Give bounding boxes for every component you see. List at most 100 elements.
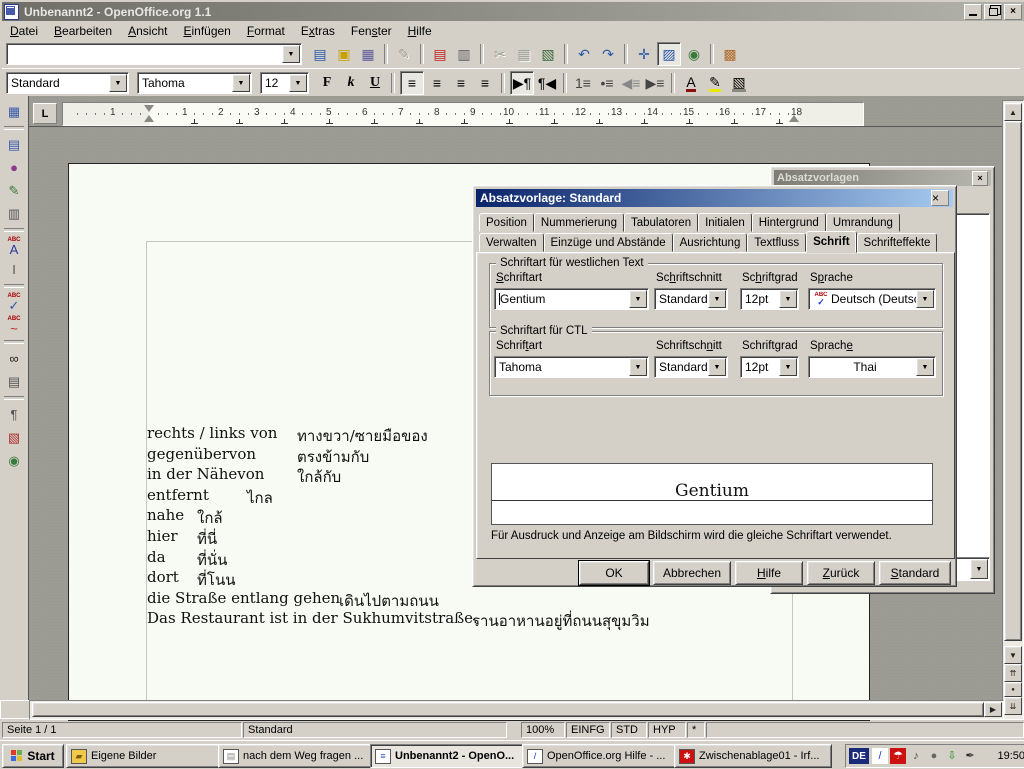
numbered-list-button[interactable]: 1≡: [572, 72, 594, 94]
dropdown-button[interactable]: ▼: [629, 290, 647, 308]
italic-button[interactable]: k: [340, 72, 362, 94]
tab-position[interactable]: Position: [479, 213, 534, 232]
undo-button[interactable]: ↶: [573, 43, 595, 65]
right-indent-marker[interactable]: [789, 115, 799, 122]
open-document-button[interactable]: ▣: [333, 43, 355, 65]
vertical-scrollbar[interactable]: ▲ ▼ ⇈ ● ⇊: [1002, 100, 1024, 720]
export-pdf-button[interactable]: ▤: [429, 43, 451, 65]
dropdown-button[interactable]: ▼: [779, 358, 797, 376]
task-ooo-help[interactable]: /OpenOffice.org Hilfe - ...: [522, 744, 680, 768]
status-page-style[interactable]: Standard: [243, 722, 507, 738]
dropdown-button[interactable]: ▼: [916, 358, 934, 376]
underline-button[interactable]: U: [364, 72, 386, 94]
ink-monitor-icon[interactable]: ✒: [962, 748, 978, 764]
document-line[interactable]: dortที่โนน: [147, 568, 179, 589]
right-to-left-button[interactable]: ¶◀: [536, 72, 558, 94]
autotext-button[interactable]: ABCA: [3, 236, 25, 257]
align-right-button[interactable]: ≡: [450, 72, 472, 94]
style-dropdown-button[interactable]: ▼: [109, 74, 127, 92]
ctl-language-combobox[interactable]: Thai ▼: [808, 356, 936, 378]
hilfe-button[interactable]: Hilfe: [735, 561, 803, 585]
font-name-combobox[interactable]: Tahoma ▼: [137, 72, 252, 94]
document-line[interactable]: Das Restaurant ist in der Sukhumvitstraß…: [147, 609, 478, 630]
document-line[interactable]: hierที่นี่: [147, 527, 178, 548]
keyboard-layout-indicator[interactable]: DE: [849, 748, 869, 764]
online-layout-button[interactable]: ◉: [3, 450, 25, 471]
dropdown-button[interactable]: ▼: [708, 358, 726, 376]
start-button[interactable]: Start: [2, 744, 64, 768]
status-hyperlink-mode[interactable]: HYP: [648, 722, 686, 738]
task-irfanview[interactable]: ✱Zwischenablage01 - Irf...: [674, 744, 832, 768]
find-replace-button[interactable]: ∞: [3, 348, 25, 369]
dropdown-button[interactable]: ▼: [708, 290, 726, 308]
increase-indent-button[interactable]: ▶≡: [644, 72, 666, 94]
stylist-close-button[interactable]: ×: [972, 171, 988, 186]
navigator-button[interactable]: ✛: [633, 43, 655, 65]
graphics-toggle-button[interactable]: ▧: [3, 427, 25, 448]
tab-einzüge-und-abstände[interactable]: Einzüge und Abstände: [544, 233, 673, 252]
menu-einfügen[interactable]: Einfügen: [175, 22, 238, 40]
tab-ausrichtung[interactable]: Ausrichtung: [673, 233, 748, 252]
minimize-button[interactable]: [964, 4, 982, 20]
status-selection-mode[interactable]: STD: [611, 722, 647, 738]
font-color-button[interactable]: A: [680, 72, 702, 94]
paragraph-background-button[interactable]: ▧: [728, 72, 750, 94]
insert-form-button[interactable]: ▥: [3, 203, 25, 224]
left-to-right-button[interactable]: ▶¶: [510, 71, 534, 95]
volume-icon[interactable]: ♪: [908, 748, 924, 764]
document-line[interactable]: gegenübervonตรงข้ามกับ: [147, 445, 256, 466]
task-writer[interactable]: ≡Unbenannt2 - OpenO...: [370, 744, 528, 768]
status-insert-mode[interactable]: EINFG: [566, 722, 610, 738]
decrease-indent-button[interactable]: ◀≡: [620, 72, 642, 94]
align-left-button[interactable]: ≡: [400, 71, 424, 95]
status-zoom[interactable]: 100%: [521, 722, 565, 738]
scroll-up-button[interactable]: ▲: [1004, 103, 1022, 121]
url-dropdown-button[interactable]: ▼: [282, 45, 300, 63]
tab-schrifteffekte[interactable]: Schrifteffekte: [857, 233, 938, 252]
document-globe-button[interactable]: ◉: [683, 43, 705, 65]
insert-fields-button[interactable]: ▤: [3, 134, 25, 155]
redo-button[interactable]: ↷: [597, 43, 619, 65]
spellcheck-button[interactable]: ABC✓: [3, 292, 25, 313]
menu-format[interactable]: Format: [239, 22, 293, 40]
indent-marker-top[interactable]: [144, 105, 154, 112]
tab-umrandung[interactable]: Umrandung: [826, 213, 900, 232]
ok-button[interactable]: OK: [579, 561, 649, 585]
restore-button[interactable]: [984, 4, 1002, 20]
task-doc[interactable]: ▤nach dem Weg fragen ...: [218, 744, 376, 768]
abbrechen-button[interactable]: Abbrechen: [653, 561, 731, 585]
url-input[interactable]: [11, 47, 283, 61]
data-sources-button[interactable]: ▤: [3, 371, 25, 392]
previous-page-button[interactable]: ⇈: [1004, 664, 1022, 682]
document-line[interactable]: rechts / links vonทางขวา/ซายมือของ: [147, 424, 277, 445]
tab-verwalten[interactable]: Verwalten: [479, 233, 544, 252]
indent-marker-bottom[interactable]: [144, 115, 154, 122]
dialog-titlebar[interactable]: Absatzvorlage: Standard ×: [476, 189, 953, 207]
menu-ansicht[interactable]: Ansicht: [120, 22, 175, 40]
task-folder[interactable]: ▰Eigene Bilder: [66, 744, 224, 768]
horizontal-scrollbar[interactable]: ▶: [29, 700, 1004, 720]
insert-object-button[interactable]: ●: [3, 157, 25, 178]
new-document-button[interactable]: ▤: [309, 43, 331, 65]
tab-schrift[interactable]: Schrift: [806, 231, 856, 253]
western-font-combobox[interactable]: Gentium ▼: [494, 288, 649, 310]
zurück-button[interactable]: Zurück: [807, 561, 875, 585]
direct-cursor-button[interactable]: I: [3, 259, 25, 280]
next-page-button[interactable]: ⇊: [1004, 697, 1022, 715]
tab-hintergrund[interactable]: Hintergrund: [752, 213, 826, 232]
mouse-icon[interactable]: ●: [926, 748, 942, 764]
url-combobox[interactable]: ▼: [6, 43, 302, 65]
dialog-close-button[interactable]: ×: [931, 190, 949, 206]
tab-type-selector[interactable]: L: [33, 103, 57, 124]
document-line[interactable]: die Straße entlang gehenเดินไปตามถนน: [147, 589, 340, 610]
stylist-group-dropdown[interactable]: ▼: [970, 559, 988, 579]
close-button[interactable]: ×: [1004, 4, 1022, 20]
paste-button[interactable]: ▧: [537, 43, 559, 65]
standard-button[interactable]: Standard: [879, 561, 951, 585]
horizontal-ruler[interactable]: 1123456789101112131415161718: [62, 102, 864, 126]
western-style-combobox[interactable]: Standard ▼: [654, 288, 728, 310]
menu-bearbeiten[interactable]: Bearbeiten: [46, 22, 120, 40]
tab-textfluss[interactable]: Textfluss: [747, 233, 806, 252]
document-line[interactable]: naheใกล้: [147, 506, 184, 527]
vertical-scroll-thumb[interactable]: [1004, 121, 1022, 641]
